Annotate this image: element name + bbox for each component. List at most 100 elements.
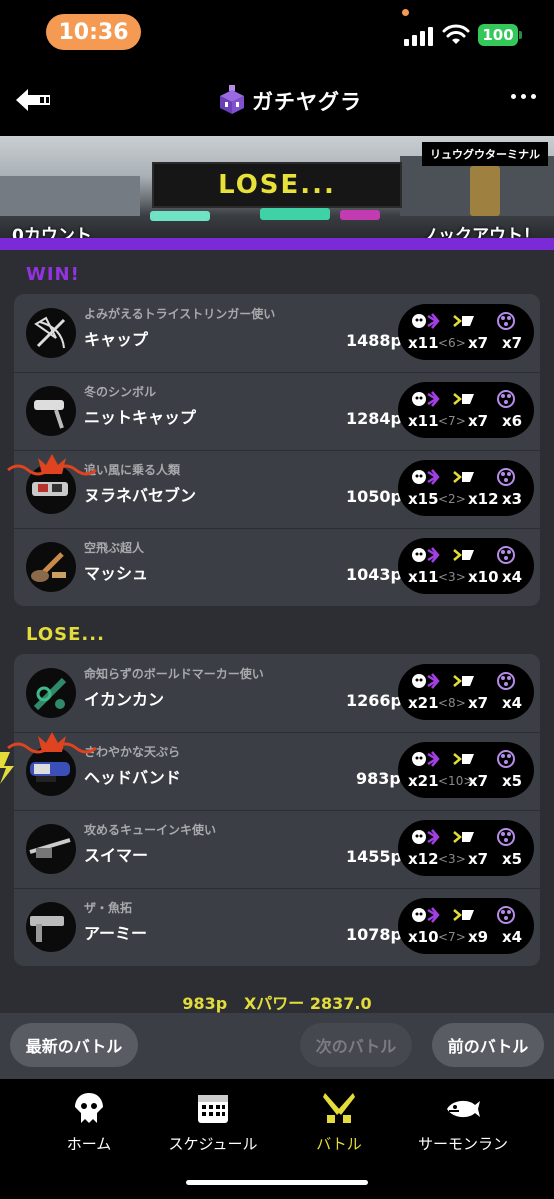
assists: <8>: [438, 696, 466, 710]
player-row[interactable]: 攻めるキューインキ使い スイマー 1455p x12 <3> x7 x5: [14, 810, 540, 888]
specials-killed: x12: [468, 490, 499, 508]
privacy-indicator-dot: [402, 9, 409, 16]
lose-label: LOSE...: [26, 624, 105, 645]
assists: <3>: [438, 852, 466, 866]
kills: x12: [408, 850, 439, 868]
lightning-bolt-icon: [0, 752, 14, 784]
back-arrow-icon[interactable]: [14, 86, 54, 114]
tab-salmon-run[interactable]: サーモンラン: [408, 1091, 518, 1154]
stat-values: x12 <3> x7 x5: [398, 850, 534, 870]
player-points: 1284p: [346, 409, 402, 428]
player-row[interactable]: 冬のシンボル ニットキャップ 1284p x11 <7> x7 x6: [14, 372, 540, 450]
stat-values: x21 <8> x7 x4: [398, 694, 534, 714]
player-title: ザ・魚拓: [84, 901, 133, 915]
assists: <2>: [438, 492, 466, 506]
squid-icon: [75, 1093, 103, 1123]
player-row[interactable]: 空飛ぶ超人 マッシュ 1043p x11 <3> x10 x4: [14, 528, 540, 606]
kills: x21: [408, 772, 439, 790]
player-stats: x21 <10> x7 x5: [398, 742, 534, 798]
special-count: x3: [502, 490, 523, 508]
charger-weapon-icon: [26, 824, 76, 874]
stage-banner: リュウグウターミナル LOSE... 0カウント ノックアウト！: [0, 136, 554, 250]
player-stats: x11 <7> x7 x6: [398, 382, 534, 438]
player-row[interactable]: 命知らずのボールドマーカー使い イカンカン 1266p x21 <8> x7 x4: [14, 654, 540, 732]
stat-icons: [398, 826, 534, 848]
player-title: 攻めるキューインキ使い: [84, 823, 217, 837]
ink-splash: [260, 208, 330, 220]
battery-tip: [519, 31, 522, 39]
home-indicator: [186, 1180, 368, 1185]
player-points: 1078p: [346, 925, 402, 944]
marker-weapon-icon: [26, 668, 76, 718]
stat-icons: [398, 466, 534, 488]
player-name: マッシュ: [84, 564, 149, 583]
special-count: x6: [502, 412, 523, 430]
player-title: よみがえるトライストリンガー使い: [84, 307, 276, 321]
tab-battle-label: バトル: [316, 1135, 362, 1153]
player-name: ヌラネバセブン: [84, 486, 197, 505]
player-title: 冬のシンボル: [84, 385, 157, 399]
bow-weapon-icon: [26, 308, 76, 358]
stat-icons: [398, 388, 534, 410]
player-stats: x12 <3> x7 x5: [398, 820, 534, 876]
tab-schedule[interactable]: スケジュール: [158, 1091, 268, 1154]
wifi-icon: [442, 24, 470, 44]
player-stats: x21 <8> x7 x4: [398, 664, 534, 720]
splatling-weapon-icon: [26, 902, 76, 952]
salmon-icon: [447, 1100, 480, 1118]
ink-splash: [150, 211, 210, 221]
tab-battle[interactable]: バトル: [284, 1091, 394, 1154]
player-stats: x15 <2> x12 x3: [398, 460, 534, 516]
kills: x11: [408, 568, 439, 586]
more-options-icon[interactable]: [511, 94, 536, 99]
match-result: LOSE...: [152, 162, 402, 208]
player-row[interactable]: よみがえるトライストリンガー使い キャップ 1488p x11 <6> x7 x7: [14, 294, 540, 372]
player-stats: x11 <6> x7 x7: [398, 304, 534, 360]
previous-battle-button[interactable]: 前のバトル: [432, 1023, 544, 1067]
stat-values: x11 <7> x7 x6: [398, 412, 534, 432]
kills: x21: [408, 694, 439, 712]
tab-schedule-label: スケジュール: [168, 1135, 258, 1153]
player-row[interactable]: ザ・魚拓アーミー 1078p x10 <7> x9 x4: [14, 888, 540, 966]
battle-navigation: 最新のバトル 次のバトル 前のバトル: [0, 1013, 554, 1079]
lose-team-card: 命知らずのボールドマーカー使い イカンカン 1266p x21 <8> x7 x4 さわやかな…: [14, 654, 540, 966]
player-name: ヘッドバンド: [84, 768, 181, 787]
crown-icon: [7, 732, 97, 754]
next-battle-button[interactable]: 次のバトル: [300, 1023, 412, 1067]
tab-home[interactable]: ホーム: [34, 1091, 144, 1154]
player-points: 1266p: [346, 691, 402, 710]
special-count: x5: [502, 850, 523, 868]
player-name: スイマー: [84, 846, 149, 865]
tab-salmon-run-label: サーモンラン: [417, 1135, 508, 1153]
player-name: ニットキャップ: [84, 408, 197, 427]
player-title: さわやかな天ぷら: [84, 745, 181, 759]
player-stats: x10 <7> x9 x4: [398, 898, 534, 954]
specials-killed: x7: [468, 850, 489, 868]
special-count: x4: [502, 694, 523, 712]
win-label: WIN!: [26, 264, 80, 285]
player-title: 命知らずのボールドマーカー使い: [84, 667, 264, 681]
latest-battle-button[interactable]: 最新のバトル: [10, 1023, 138, 1067]
team-color-bar: [0, 238, 554, 250]
cellular-signal-icon: [404, 26, 433, 46]
tower-control-icon: [220, 85, 244, 114]
stat-icons: [398, 670, 534, 692]
stage-scenery: [0, 176, 140, 216]
x-power: Xパワー 2837.0: [243, 994, 372, 1013]
special-count: x4: [502, 568, 523, 586]
specials-killed: x9: [468, 928, 489, 946]
specials-killed: x7: [468, 412, 489, 430]
win-team-card: よみがえるトライストリンガー使い キャップ 1488p x11 <6> x7 x7 冬のシンボ…: [14, 294, 540, 606]
assists: <3>: [438, 570, 466, 584]
kills: x11: [408, 412, 439, 430]
tab-home-label: ホーム: [66, 1135, 112, 1153]
my-summary: 983p Xパワー 2837.0: [0, 990, 554, 1014]
player-points: 1488p: [346, 331, 402, 350]
battery-indicator: 100: [478, 24, 518, 46]
brush-weapon-icon: [26, 542, 76, 592]
kills: x10: [408, 928, 439, 946]
specials-killed: x7: [468, 694, 489, 712]
player-points: 1043p: [346, 565, 402, 584]
stat-icons: [398, 310, 534, 332]
player-name: アーミー: [84, 924, 148, 943]
